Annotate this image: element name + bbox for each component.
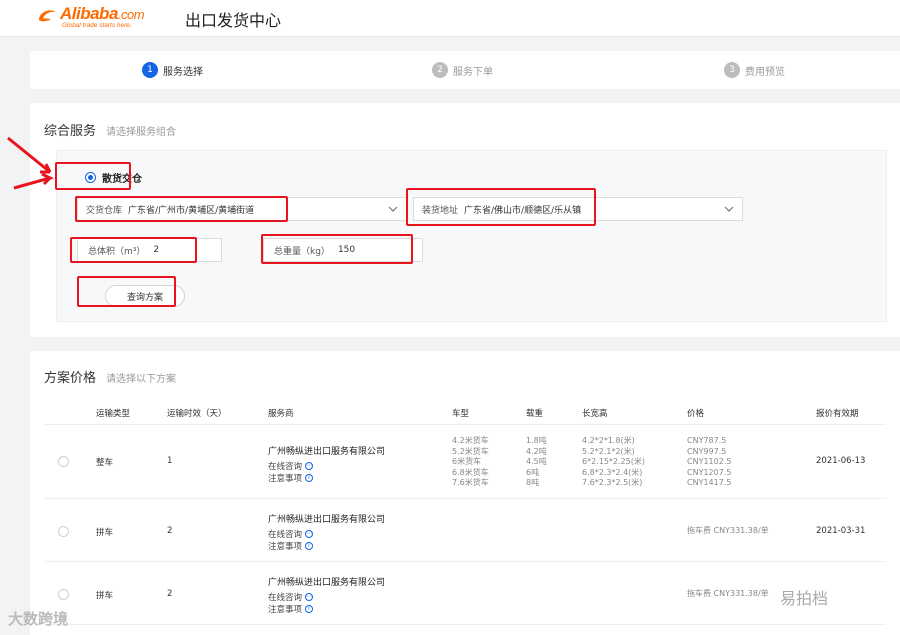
plan-radio[interactable] <box>58 456 69 467</box>
chevron-down-icon <box>724 206 734 212</box>
dimension-list: 4.2*2*1.8(米) 5.2*2.1*2(米) 6*2.15*2.25(米) 6.… <box>582 436 645 487</box>
col-dimensions: 长宽高 <box>582 409 608 419</box>
notes-link[interactable]: 注意事项 i <box>268 603 385 615</box>
highlight-box <box>75 196 288 222</box>
provider-cell: 广州畅纵进出口服务有限公司 在线咨询 ⋯ 注意事项 i <box>268 575 385 615</box>
step-service-select: 1 服务选择 <box>142 62 203 78</box>
col-transport-type: 运输类型 <box>96 409 131 419</box>
consult-link[interactable]: 在线咨询 ⋯ <box>268 591 385 603</box>
logo-tagline: Global trade starts here. <box>62 22 132 29</box>
col-price: 价格 <box>687 409 705 419</box>
top-bar: Alibaba.com Global trade starts here. 出口… <box>0 0 900 37</box>
plan-radio[interactable] <box>58 589 69 600</box>
valid-date: 2021-03-31 <box>816 526 866 536</box>
chat-icon: ⋯ <box>305 530 314 538</box>
logo-text: Alibaba.com <box>60 4 145 23</box>
col-transit-days: 运输时效（天） <box>167 409 227 419</box>
info-icon: i <box>305 542 314 550</box>
step-label: 服务选择 <box>163 66 203 78</box>
service-option-panel: 散货交仓 交货仓库 广东省/广州市/黄埔区/黄埔街道 装货地址 广东省/佛山市/… <box>56 150 887 322</box>
watermark-right: 易拍档 <box>780 589 829 608</box>
table-row[interactable]: 整车 1 广州畅纵进出口服务有限公司 在线咨询 ⋯ 注意事项 i 4.2米货车 5.2… <box>44 426 886 499</box>
plan-price-section: 方案价格 请选择以下方案 运输类型 运输时效（天） 服务商 车型 载重 长宽高 价… <box>30 351 900 635</box>
step-fee-preview: 3 费用预览 <box>724 62 785 78</box>
transport-type: 拼车 <box>96 591 114 601</box>
highlight-box <box>406 188 596 226</box>
consult-link[interactable]: 在线咨询 ⋯ <box>268 460 385 472</box>
valid-date: 2021-06-13 <box>816 456 866 466</box>
plan-hint: 请选择以下方案 <box>106 374 177 385</box>
chevron-down-icon <box>388 206 398 212</box>
service-hint: 请选择服务组合 <box>106 127 177 138</box>
info-icon: i <box>305 474 314 482</box>
step-number: 1 <box>142 62 158 78</box>
highlight-box <box>261 234 413 264</box>
vehicle-list: 4.2米货车 5.2米货车 6米货车 6.8米货车 7.6米货车 <box>452 436 489 487</box>
step-label: 服务下单 <box>453 66 493 78</box>
alibaba-logo-icon <box>39 10 56 22</box>
red-arrow-icon <box>7 136 55 190</box>
transit-days: 2 <box>167 589 173 599</box>
page-title: 出口发货中心 <box>185 11 282 30</box>
watermark-left: 大数跨境 <box>8 610 69 628</box>
provider-cell: 广州畅纵进出口服务有限公司 在线咨询 ⋯ 注意事项 i <box>268 444 385 484</box>
consult-link[interactable]: 在线咨询 ⋯ <box>268 528 385 540</box>
highlight-box <box>70 237 197 263</box>
load-list: 1.8吨 4.2吨 4.5吨 6吨 8吨 <box>526 436 547 487</box>
transit-days: 1 <box>167 456 173 466</box>
step-number: 3 <box>724 62 740 78</box>
notes-link[interactable]: 注意事项 i <box>268 540 385 552</box>
table-row[interactable]: 拼车 2 广州畅纵进出口服务有限公司 在线咨询 ⋯ 注意事项 i 拖车费 CNY33… <box>44 563 886 625</box>
provider-name: 广州畅纵进出口服务有限公司 <box>268 578 386 588</box>
price: 拖车费 CNY331.38/单 <box>687 589 769 598</box>
step-label: 费用预览 <box>745 66 785 78</box>
provider-cell: 广州畅纵进出口服务有限公司 在线咨询 ⋯ 注意事项 i <box>268 512 385 552</box>
provider-name: 广州畅纵进出口服务有限公司 <box>268 515 386 525</box>
col-vehicle-type: 车型 <box>452 409 470 419</box>
steps-bar: 1 服务选择 2 服务下单 3 费用预览 <box>30 51 900 89</box>
plan-radio[interactable] <box>58 526 69 537</box>
highlight-box <box>77 276 176 307</box>
step-number: 2 <box>432 62 448 78</box>
table-header: 运输类型 运输时效（天） 服务商 车型 载重 长宽高 价格 报价有效期 <box>44 398 886 425</box>
provider-name: 广州畅纵进出口服务有限公司 <box>268 447 386 457</box>
step-service-order: 2 服务下单 <box>432 62 493 78</box>
price: 拖车费 CNY331.38/单 <box>687 526 769 535</box>
table-row[interactable]: 拼车 2 广州畅纵进出口服务有限公司 在线咨询 ⋯ 注意事项 i 拖车费 CNY33… <box>44 500 886 562</box>
transport-type: 整车 <box>96 458 114 468</box>
price-list: CNY787.5 CNY997.5 CNY1102.5 CNY1207.5 CNY141… <box>687 436 732 487</box>
highlight-box <box>55 162 131 190</box>
plan-section-title: 方案价格 请选择以下方案 <box>44 371 177 386</box>
col-provider: 服务商 <box>268 409 294 419</box>
chat-icon: ⋯ <box>305 593 314 601</box>
chat-icon: ⋯ <box>305 462 314 470</box>
col-load: 载重 <box>526 409 544 419</box>
info-icon: i <box>305 605 314 613</box>
notes-link[interactable]: 注意事项 i <box>268 472 385 484</box>
transport-type: 拼车 <box>96 528 114 538</box>
transit-days: 2 <box>167 526 173 536</box>
col-valid-until: 报价有效期 <box>816 409 859 419</box>
alibaba-logo[interactable]: Alibaba.com Global trade starts here. <box>36 4 176 32</box>
